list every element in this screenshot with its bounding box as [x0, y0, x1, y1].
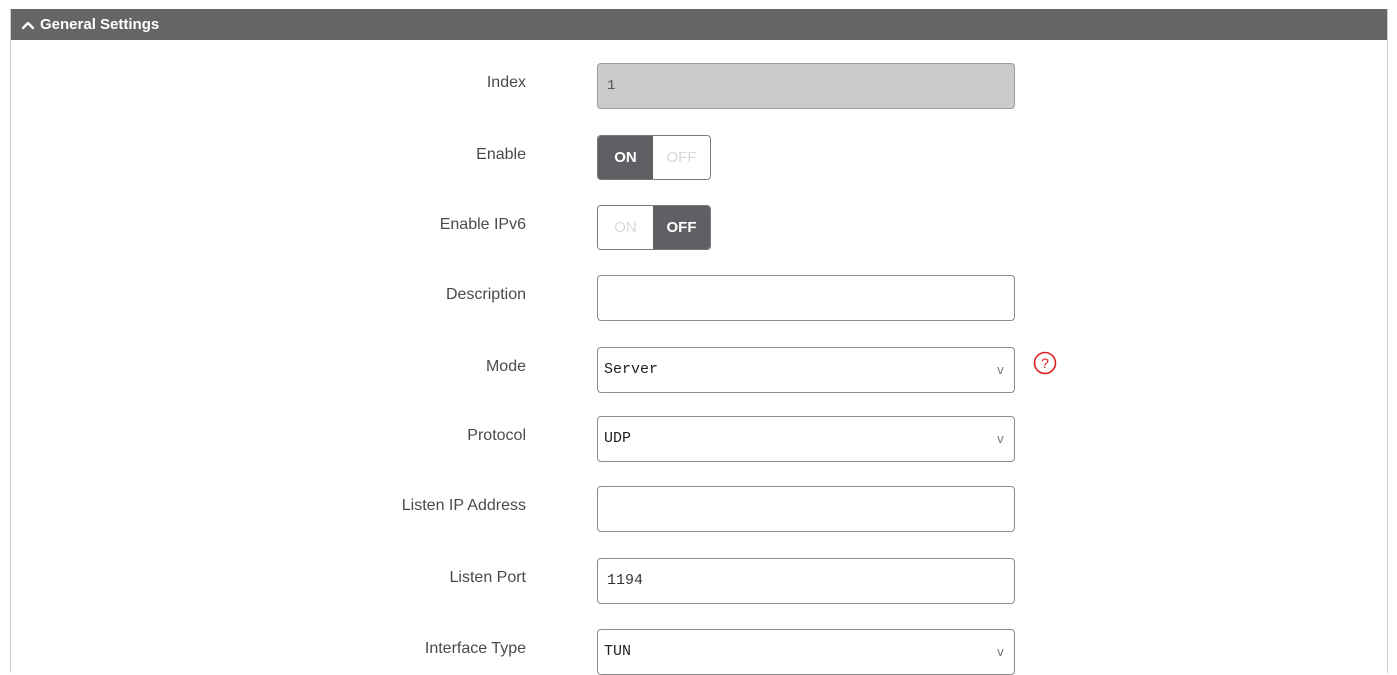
protocol-label: Protocol: [467, 427, 526, 444]
listen-ip-label: Listen IP Address: [401, 497, 526, 514]
section-title: General Settings: [40, 16, 160, 33]
help-glyph: ?: [1041, 355, 1049, 371]
section-header-general-settings[interactable]: General Settings: [11, 9, 1387, 40]
question-circle-icon[interactable]: ?: [1033, 351, 1057, 375]
interface-type-select[interactable]: TUN v: [597, 629, 1015, 675]
row-index: Index: [11, 63, 1387, 109]
index-field: [597, 63, 1015, 109]
interface-type-label: Interface Type: [424, 640, 526, 657]
index-label: Index: [486, 74, 526, 91]
chevron-up-icon: [21, 21, 35, 29]
row-interface-type: Interface Type TUN v: [11, 629, 1387, 675]
enable-ipv6-toggle-off[interactable]: OFF: [653, 206, 710, 249]
chevron-down-icon: v: [996, 363, 1004, 377]
chevron-down-icon: v: [996, 645, 1004, 659]
row-mode: Mode Server v ?: [11, 347, 1387, 393]
protocol-select-value: UDP: [604, 430, 632, 447]
enable-toggle-off[interactable]: OFF: [653, 136, 710, 179]
listen-port-label: Listen Port: [449, 569, 526, 586]
row-listen-port: Listen Port: [11, 558, 1387, 604]
mode-label: Mode: [485, 358, 526, 375]
enable-ipv6-label: Enable IPv6: [439, 216, 526, 233]
enable-label: Enable: [476, 146, 526, 163]
description-label: Description: [445, 286, 526, 303]
chevron-down-icon: v: [996, 432, 1004, 446]
listen-ip-field[interactable]: [597, 486, 1015, 532]
listen-port-field[interactable]: [597, 558, 1015, 604]
general-settings-panel: General Settings Index Enable ON OFF Ena…: [10, 9, 1388, 675]
row-description: Description: [11, 275, 1387, 321]
row-protocol: Protocol UDP v: [11, 416, 1387, 462]
enable-toggle-on[interactable]: ON: [598, 136, 653, 179]
row-enable: Enable ON OFF: [11, 135, 1387, 181]
protocol-select[interactable]: UDP v: [597, 416, 1015, 462]
interface-type-select-value: TUN: [604, 643, 632, 660]
mode-select-value: Server: [604, 361, 659, 378]
row-enable-ipv6: Enable IPv6 ON OFF: [11, 205, 1387, 251]
enable-ipv6-toggle[interactable]: ON OFF: [597, 205, 711, 250]
description-field[interactable]: [597, 275, 1015, 321]
mode-select[interactable]: Server v: [597, 347, 1015, 393]
enable-toggle[interactable]: ON OFF: [597, 135, 711, 180]
row-listen-ip: Listen IP Address: [11, 486, 1387, 532]
enable-ipv6-toggle-on[interactable]: ON: [598, 206, 653, 249]
